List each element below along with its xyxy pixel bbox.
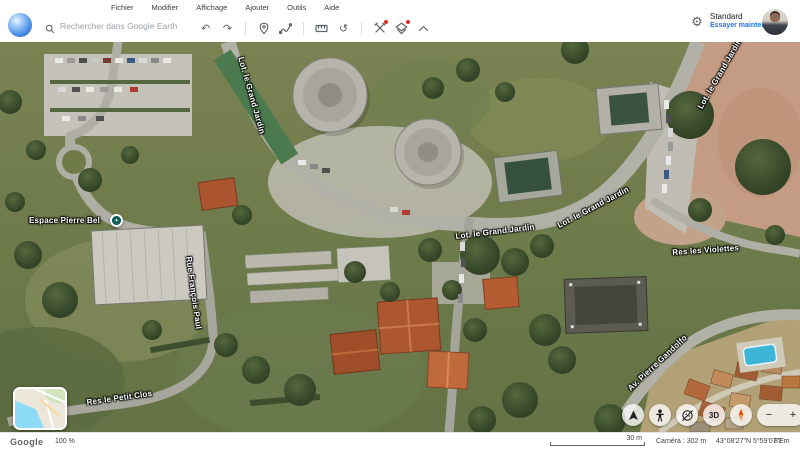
labels-off-icon	[681, 409, 694, 422]
layers-notification-dot	[406, 20, 410, 24]
chevron-up-icon	[418, 25, 429, 32]
compass-button[interactable]	[730, 404, 752, 426]
collapse-toolbar-button[interactable]	[415, 19, 432, 37]
redo-button[interactable]: ↷	[219, 19, 236, 37]
menu-affichage[interactable]: Affichage	[187, 1, 236, 14]
google-earth-logo[interactable]	[8, 13, 32, 37]
camera-altitude: Caméra : 302 m	[656, 438, 706, 445]
zoom-out-button[interactable]: −	[760, 405, 778, 425]
ground-elevation: 87 m	[774, 438, 790, 445]
navigation-arrow-icon	[627, 409, 640, 422]
status-bar: Google 100 % 30 m Caméra : 302 m 43°08'2…	[0, 432, 800, 450]
navigation-arrow-button[interactable]	[622, 404, 644, 426]
toolbar-separator	[361, 22, 362, 35]
compass-icon	[735, 408, 747, 422]
tools-notification-dot	[384, 20, 388, 24]
zoom-control: − +	[757, 404, 800, 426]
map-controls: 3D − +	[622, 404, 800, 426]
menu-outils[interactable]: Outils	[278, 1, 315, 14]
layers-button[interactable]	[393, 19, 410, 37]
zoom-in-button[interactable]: +	[784, 405, 800, 425]
google-wordmark: Google	[10, 437, 43, 447]
pegman-button[interactable]	[649, 404, 671, 426]
leisure-poi-glyph: ✦	[112, 216, 121, 225]
measure-button[interactable]	[313, 19, 330, 37]
scale-bar	[550, 442, 645, 446]
account-avatar[interactable]	[762, 9, 788, 35]
menu-modifier[interactable]: Modifier	[143, 1, 188, 14]
undo-button[interactable]: ↶	[197, 19, 214, 37]
overview-minimap[interactable]	[13, 387, 67, 430]
tools-button[interactable]	[371, 19, 388, 37]
map-viewport[interactable]: Espace Pierre Bel ✦ Lot. le Grand Jardin…	[0, 42, 800, 432]
toggle-labels-button[interactable]	[676, 404, 698, 426]
settings-gear-button[interactable]: ⚙	[688, 13, 706, 31]
menu-ajouter[interactable]: Ajouter	[236, 1, 278, 14]
toolbar: ↶ ↷ ↺	[197, 16, 432, 40]
menu-fichier[interactable]: Fichier	[102, 1, 143, 14]
search-input[interactable]	[60, 18, 192, 34]
top-bar: Fichier Modifier Affichage Ajouter Outil…	[0, 0, 800, 42]
toolbar-separator	[245, 22, 246, 35]
zoom-percentage: 100 %	[55, 438, 75, 445]
add-placemark-button[interactable]	[255, 19, 272, 37]
historical-imagery-button[interactable]: ↺	[335, 19, 352, 37]
pegman-icon	[654, 409, 666, 422]
threed-button[interactable]: 3D	[703, 404, 725, 426]
scale-label: 30 m	[612, 435, 642, 442]
toolbar-separator	[303, 22, 304, 35]
search-icon	[45, 21, 55, 39]
satellite-imagery[interactable]	[0, 42, 800, 432]
menu-bar: Fichier Modifier Affichage Ajouter Outil…	[102, 0, 348, 14]
draw-path-button[interactable]	[277, 19, 294, 37]
poi-espace-pierre-bel-icon[interactable]: ✦	[110, 214, 123, 227]
menu-aide[interactable]: Aide	[315, 1, 348, 14]
google-earth-window: Fichier Modifier Affichage Ajouter Outil…	[0, 0, 800, 450]
